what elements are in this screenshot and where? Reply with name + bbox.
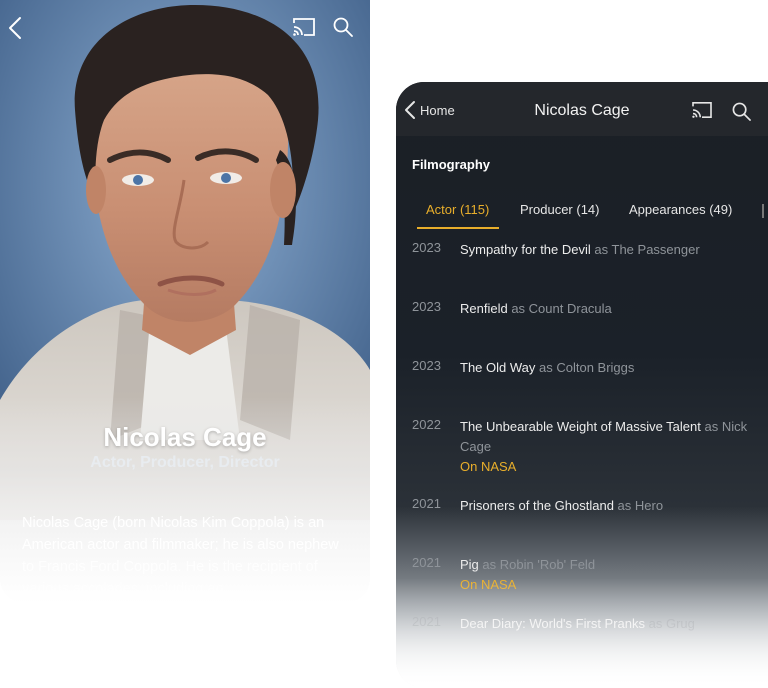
chevron-left-icon (9, 17, 21, 39)
film-title: Renfield (460, 301, 508, 316)
film-role: as The Passenger (594, 242, 700, 257)
tab-overflow-indicator[interactable] (762, 204, 768, 218)
film-role: as Count Dracula (511, 301, 612, 316)
film-year: 2023 (412, 299, 441, 314)
film-year: 2021 (412, 614, 441, 629)
person-name: Nicolas Cage (103, 422, 267, 452)
cast-button[interactable] (292, 16, 316, 38)
film-year: 2022 (412, 417, 441, 432)
cast-icon (293, 18, 315, 36)
film-title: The Old Way (460, 360, 536, 375)
tab-producer[interactable]: Producer (14) (520, 202, 599, 217)
filmography-tabs: Actor (115) Producer (14) Appearances (4… (396, 196, 768, 232)
profile-top-bar (0, 0, 370, 56)
search-icon (732, 102, 751, 121)
film-year: 2021 (412, 555, 441, 570)
film-credit: Renfield as Count Dracula (460, 299, 750, 319)
film-year: 2023 (412, 358, 441, 373)
film-title: Sympathy for the Devil (460, 242, 591, 257)
film-title: The Unbearable Weight of Massive Talent (460, 419, 701, 434)
tab-actor[interactable]: Actor (115) (426, 202, 489, 217)
person-profile-card: Nicolas Cage Actor, Producer, Director N… (0, 0, 370, 604)
search-icon (333, 17, 353, 37)
streaming-availability-note[interactable]: On NASA (460, 575, 750, 595)
film-role: as Grug (648, 616, 695, 631)
streaming-availability-note[interactable]: On NASA (460, 457, 750, 477)
person-roles: Actor, Producer, Director (90, 454, 280, 471)
active-tab-underline (417, 227, 499, 229)
film-credit: Dear Diary: World's First Pranks as Grug (460, 614, 750, 634)
film-year: 2023 (412, 240, 441, 255)
film-role: as Colton Briggs (539, 360, 635, 375)
film-role: as Hero (617, 498, 664, 513)
person-bio[interactable]: Nicolas Cage (born Nicolas Kim Coppola) … (22, 512, 348, 600)
film-credit: Sympathy for the Devil as The Passenger (460, 240, 750, 260)
filmography-header: Home Nicolas Cage (396, 82, 768, 136)
film-title: Pig (460, 557, 479, 572)
filmography-section-label: Filmography (412, 157, 491, 172)
cast-button[interactable] (690, 100, 714, 120)
cast-icon (692, 101, 712, 119)
film-credit: Pig as Robin 'Rob' Feld On NASA (460, 555, 750, 595)
search-button[interactable] (730, 100, 752, 122)
search-button[interactable] (332, 16, 354, 38)
filmography-card: Home Nicolas Cage Filmography Actor (115… (396, 82, 768, 688)
film-credit: Prisoners of the Ghostland as Hero (460, 496, 750, 516)
back-button[interactable] (4, 14, 26, 42)
film-title: Dear Diary: World's First Pranks (460, 616, 645, 631)
tab-appearances[interactable]: Appearances (49) (629, 202, 732, 217)
film-title: Prisoners of the Ghostland (460, 498, 614, 513)
film-role: as Robin 'Rob' Feld (482, 557, 596, 572)
film-year: 2021 (412, 496, 441, 511)
film-credit: The Unbearable Weight of Massive Talent … (460, 417, 750, 477)
film-credit: The Old Way as Colton Briggs (460, 358, 750, 378)
